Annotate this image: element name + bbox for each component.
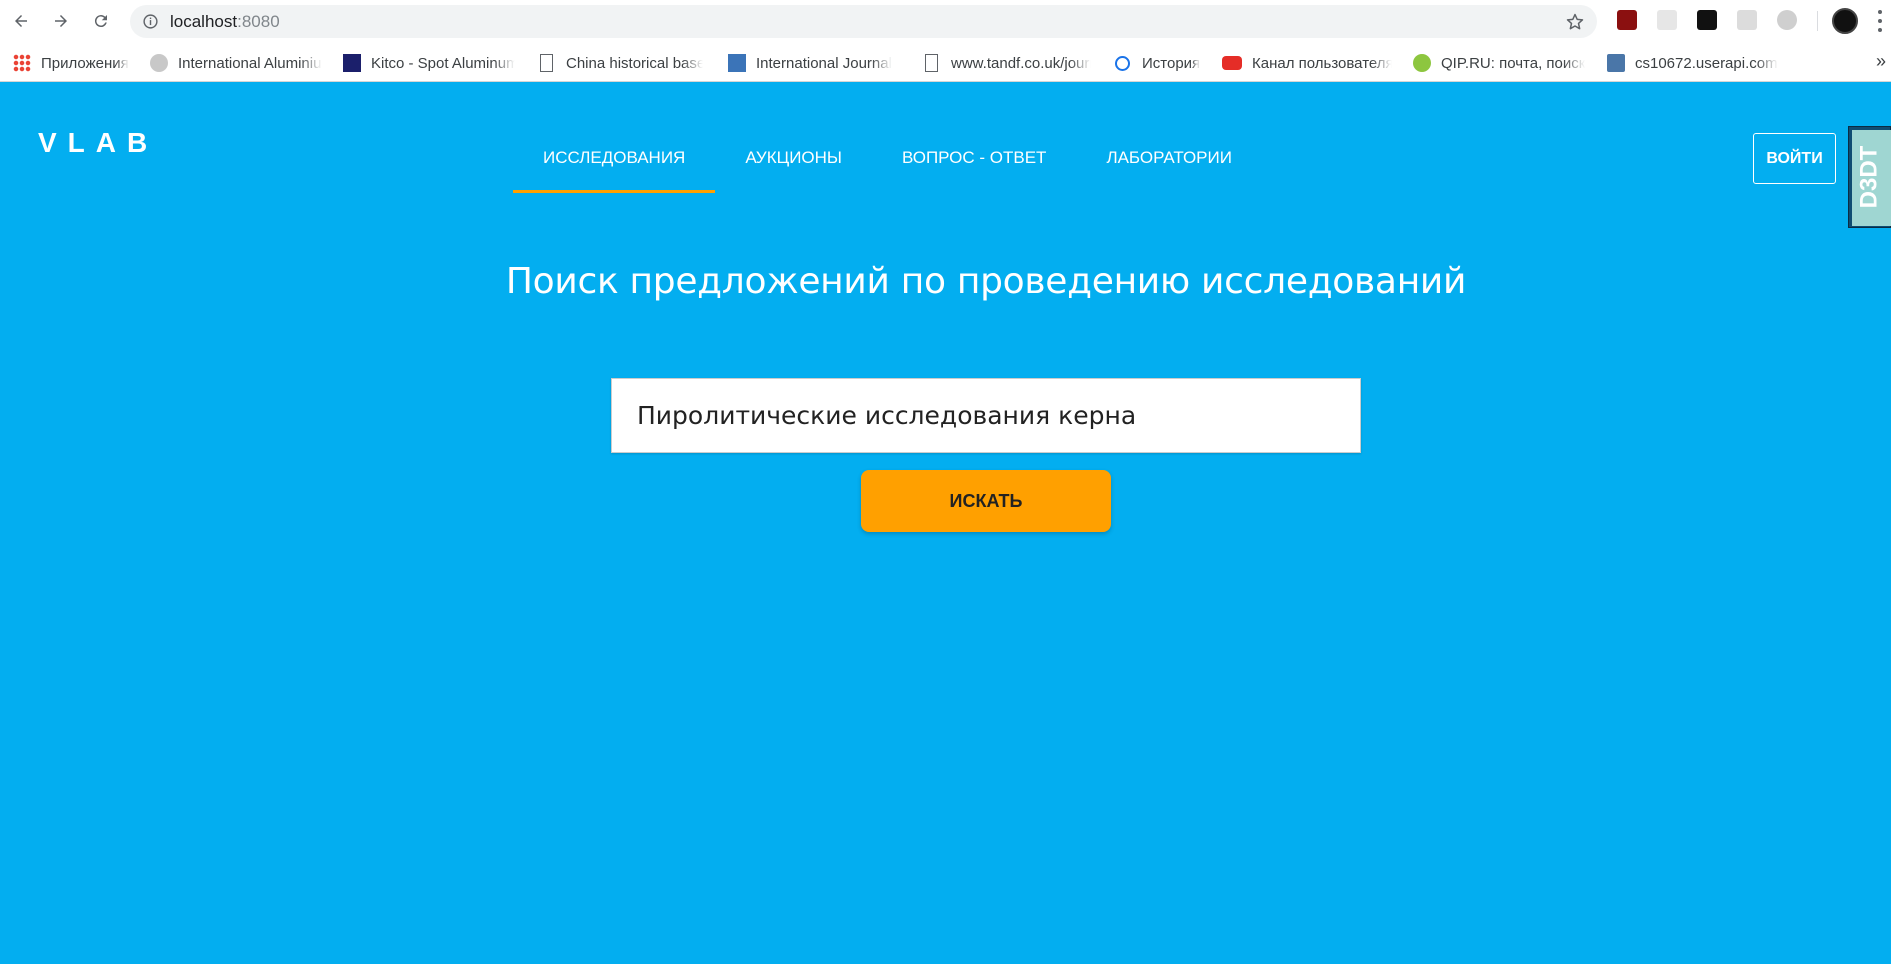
page-icon [925, 54, 938, 72]
circle-extension-icon[interactable] [1777, 10, 1797, 30]
qip-icon [1413, 54, 1431, 72]
search-button[interactable]: ИСКАТЬ [861, 470, 1111, 532]
page-icon [540, 54, 553, 72]
bookmark-label: QIP.RU: почта, поиск [1441, 54, 1585, 72]
bookmark-youtube-channel[interactable]: Канал пользователя [1222, 53, 1392, 73]
bookmark-history[interactable]: История [1115, 53, 1220, 73]
bookmark-label: Приложения [41, 54, 129, 72]
ublock-icon[interactable] [1617, 10, 1637, 30]
screenshot-extension-icon[interactable] [1737, 10, 1757, 30]
profile-avatar[interactable] [1832, 8, 1858, 34]
bookmark-star-icon[interactable] [1565, 12, 1585, 32]
bookmark-label: China historical base [566, 54, 703, 72]
bookmark-kitco[interactable]: Kitco - Spot Aluminum [343, 53, 515, 73]
info-icon[interactable] [142, 13, 159, 30]
bookmarks-bar: Приложения International Aluminium Kitco… [0, 42, 1891, 82]
bookmark-label: International Journal [756, 54, 892, 72]
youtube-icon [1222, 56, 1242, 70]
bookmark-qip[interactable]: QIP.RU: почта, поиск [1413, 53, 1585, 73]
bookmark-label: Канал пользователя [1252, 54, 1392, 72]
browser-toolbar: localhost:8080 [0, 0, 1891, 42]
url-host: localhost [170, 12, 238, 31]
reload-icon[interactable] [88, 8, 114, 34]
bookmark-vk-userapi[interactable]: cs10672.userapi.com [1607, 53, 1782, 73]
apps-grid-icon [13, 54, 31, 72]
bookmark-international-journal[interactable]: International Journal [728, 53, 898, 73]
bookmark-international-aluminium[interactable]: International Aluminium [150, 53, 322, 73]
bookmark-label: История [1142, 54, 1201, 72]
search-field[interactable] [611, 378, 1361, 453]
bookmark-label: International Aluminium [178, 54, 322, 72]
forward-arrow-icon[interactable] [48, 8, 74, 34]
login-button[interactable]: ВОЙТИ [1753, 133, 1836, 184]
nav-tab-auctions[interactable]: АУКЦИОНЫ [715, 123, 872, 193]
nav-tab-faq[interactable]: ВОПРОС - ОТВЕТ [872, 123, 1076, 193]
back-arrow-icon[interactable] [8, 8, 34, 34]
journal-icon [728, 54, 746, 72]
nav-tab-laboratories[interactable]: ЛАБОРАТОРИИ [1076, 123, 1262, 193]
url-port: :8080 [237, 12, 280, 31]
page-body: VLAB ИССЛЕДОВАНИЯ АУКЦИОНЫ ВОПРОС - ОТВЕ… [0, 83, 1891, 964]
site-logo[interactable]: VLAB [38, 127, 158, 159]
search-input[interactable] [612, 379, 1360, 452]
kitco-icon [343, 54, 361, 72]
bookmark-china-historical[interactable]: China historical base [538, 53, 703, 73]
page-title: Поиск предложений по проведению исследов… [505, 261, 1467, 302]
bookmark-label: Kitco - Spot Aluminum [371, 54, 515, 72]
nav-tab-research[interactable]: ИССЛЕДОВАНИЯ [513, 123, 716, 193]
toolbar-separator [1817, 11, 1818, 31]
d3dt-label: D3DT [1855, 145, 1883, 209]
browser-menu-icon[interactable] [1875, 8, 1885, 34]
more-bookmarks-chevron-icon[interactable]: » [1876, 51, 1886, 72]
bookmark-label: www.tandf.co.uk/journals [951, 54, 1091, 72]
pdf-extension-icon[interactable] [1657, 10, 1677, 30]
address-bar[interactable]: localhost:8080 [130, 5, 1597, 38]
bookmark-tandf[interactable]: www.tandf.co.uk/journals [923, 53, 1091, 73]
main-nav: ИССЛЕДОВАНИЯ АУКЦИОНЫ ВОПРОС - ОТВЕТ ЛАБ… [513, 123, 1262, 193]
history-icon [1115, 55, 1130, 71]
url-text: localhost:8080 [170, 12, 280, 31]
lock-extension-icon[interactable] [1697, 10, 1717, 30]
vk-icon [1607, 54, 1625, 72]
d3dt-side-tab[interactable]: D3DT [1848, 126, 1891, 228]
bookmark-label: cs10672.userapi.com [1635, 54, 1778, 72]
globe-icon [150, 54, 168, 72]
bookmark-apps[interactable]: Приложения [13, 53, 143, 73]
